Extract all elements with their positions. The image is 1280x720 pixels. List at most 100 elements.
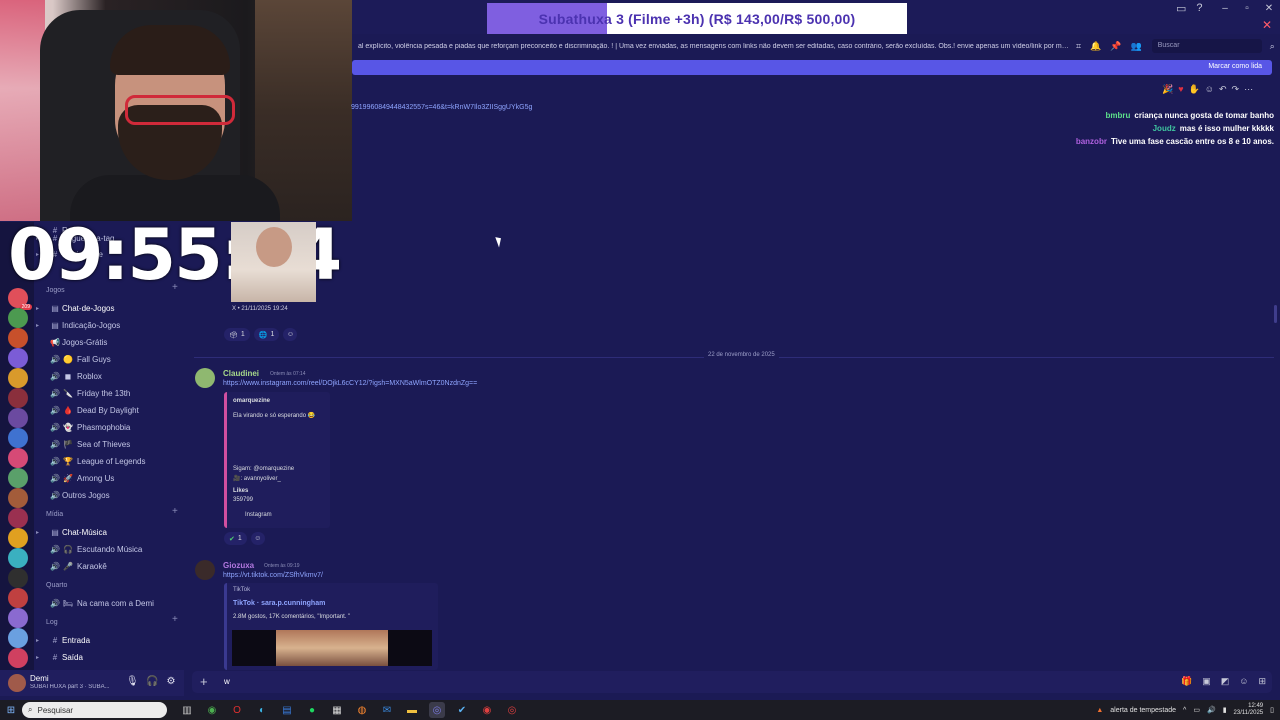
minimize-icon[interactable]: – [1214,0,1236,16]
mail-icon[interactable]: ✉ [379,702,395,718]
server-icon[interactable] [8,648,28,668]
channel-item[interactable]: 🔊 🩸 Dead By Daylight [34,402,184,418]
chrome-icon[interactable]: ◉ [204,702,220,718]
server-icon[interactable] [8,608,28,628]
inbox-icon[interactable]: ▭ [1176,2,1186,15]
reaction-icon[interactable]: 🎉 [1162,84,1173,95]
add-reaction-icon[interactable]: ☺ [1205,84,1214,95]
threads-icon[interactable]: ⌗ [1076,41,1081,52]
sticker-icon[interactable]: ◩ [1221,676,1230,687]
reaction[interactable]: ✔ 1 [224,532,247,545]
server-icon[interactable] [8,428,28,448]
window-close-icon[interactable]: ✕ [1258,0,1280,16]
server-icon[interactable] [8,348,28,368]
more-icon[interactable]: ⋯ [1244,84,1253,95]
channel-item[interactable]: 🔊 🛏 Na cama com a Demi [34,595,184,611]
spotify-icon[interactable]: ● [304,702,320,718]
channel-item[interactable]: 🔊 🎧 Escutando Música [34,541,184,557]
server-icon[interactable] [8,588,28,608]
hand-icon[interactable]: ✋ [1189,84,1200,95]
reaction[interactable]: 🌐 1 [253,328,280,341]
tray-chevron-icon[interactable]: ^ [1183,707,1186,714]
task-view-icon[interactable]: ▥ [179,702,195,718]
server-icon[interactable] [8,508,28,528]
chevron-right-icon[interactable]: ▸ [36,305,42,312]
add-channel-icon[interactable]: + [172,614,178,625]
new-messages-bar[interactable]: Marcar como lida [352,60,1272,75]
maximize-icon[interactable]: ▫ [1236,0,1258,16]
channel-item[interactable]: ▸ # Saída [34,649,184,665]
battery-icon[interactable]: ▮ [1223,706,1227,714]
chevron-right-icon[interactable]: ▸ [36,529,42,536]
mark-as-read-button[interactable]: Marcar como lida [1208,63,1262,70]
channel-item[interactable]: 🔊 🎤 Karaokê [34,558,184,574]
close-icon[interactable]: ✕ [1262,18,1272,32]
channel-item[interactable]: ▸ ▤ Indicação-Jogos [34,317,184,333]
avatar[interactable] [8,674,26,692]
embed-image[interactable] [231,222,316,302]
add-channel-icon[interactable]: + [172,506,178,517]
firefox-icon[interactable]: ◍ [354,702,370,718]
message-link[interactable]: https://www.instagram.com/reel/DOjkL6cCY… [223,380,477,387]
channel-item[interactable]: 🔊 🔪 Friday the 13th [34,385,184,401]
chevron-right-icon[interactable]: ▸ [36,654,42,661]
windows-start-icon[interactable]: ⊞ [0,705,22,716]
gift-icon[interactable]: 🎁 [1181,676,1192,687]
add-reaction-icon[interactable]: ☺ [283,328,298,341]
pin-icon[interactable]: 📌 [1110,41,1121,52]
members-icon[interactable]: 👥 [1131,41,1142,52]
message-input-value[interactable]: w [224,677,230,686]
message-input[interactable]: + w 🎁 ▣ ◩ ☺ ⊞ [192,671,1272,693]
search-icon[interactable]: ⌕ [1270,41,1275,52]
obs-icon[interactable]: ◉ [479,702,495,718]
channel-category[interactable]: Quarto [34,577,184,593]
discord-icon[interactable]: ◎ [429,702,445,718]
channel-category[interactable]: Mídia [34,506,184,522]
recording-icon[interactable]: ◎ [504,702,520,718]
microphone-icon[interactable]: 🎙 [126,676,139,687]
server-icon[interactable] [8,548,28,568]
server-icon[interactable] [8,368,28,388]
add-reaction-icon[interactable]: ☺ [250,532,265,545]
avatar[interactable] [195,368,215,388]
embed-title[interactable]: TikTok · sara.p.cunningham [233,600,325,607]
server-icon[interactable] [8,308,28,328]
opera-icon[interactable]: O [229,702,245,718]
server-icon[interactable] [8,448,28,468]
taskbar-clock[interactable]: 12:49 23/11/2025 [1234,703,1264,717]
steam-icon[interactable]: ✔ [454,702,470,718]
server-icon[interactable] [8,528,28,548]
scrollbar[interactable] [1274,305,1277,323]
channel-item[interactable]: 🔊 🚀 Among Us [34,470,184,486]
message-link[interactable]: https://vt.tiktok.com/ZSfhVkmv7/ [223,572,323,579]
taskbar-search[interactable]: ⌕ Pesquisar [22,702,167,718]
apps-icon[interactable]: ⊞ [1258,676,1266,687]
server-icon[interactable] [8,328,28,348]
forward-icon[interactable]: ↷ [1232,84,1240,95]
server-icon[interactable] [8,488,28,508]
network-icon[interactable]: ▭ [1193,706,1200,714]
attach-plus-icon[interactable]: + [200,674,208,689]
server-icon[interactable] [8,468,28,488]
message-link[interactable]: 9919960849448432557s=46&t=kRnW7Ilo3ZIISg… [351,104,532,111]
chevron-right-icon[interactable]: ▸ [36,322,42,329]
channel-item[interactable]: ▸ ▤ Chat-Música [34,524,184,540]
message-author[interactable]: Giozuxa [223,561,254,570]
channel-item[interactable]: 📢 Jogos-Grátis [34,334,184,350]
server-icon[interactable] [8,568,28,588]
folder-icon[interactable]: ▬ [404,702,420,718]
server-icon[interactable] [8,408,28,428]
settings-gear-icon[interactable]: ⚙ [166,676,176,687]
channel-item[interactable]: 🔊 ◼ Roblox [34,368,184,384]
chevron-right-icon[interactable]: ▸ [36,637,42,644]
server-icon[interactable] [8,628,28,648]
channel-item[interactable]: 🔊 🏴 Sea of Thieves [34,436,184,452]
search-input[interactable]: Buscar [1151,39,1262,53]
channel-category[interactable]: Log [34,614,184,630]
reaction[interactable]: 🗳 1 [224,328,250,341]
volume-icon[interactable]: 🔊 [1207,706,1216,714]
server-icon[interactable] [8,388,28,408]
message-author[interactable]: Claudinei [223,369,259,378]
reply-icon[interactable]: ↶ [1219,84,1227,95]
headphones-icon[interactable]: 🎧 [146,676,158,687]
